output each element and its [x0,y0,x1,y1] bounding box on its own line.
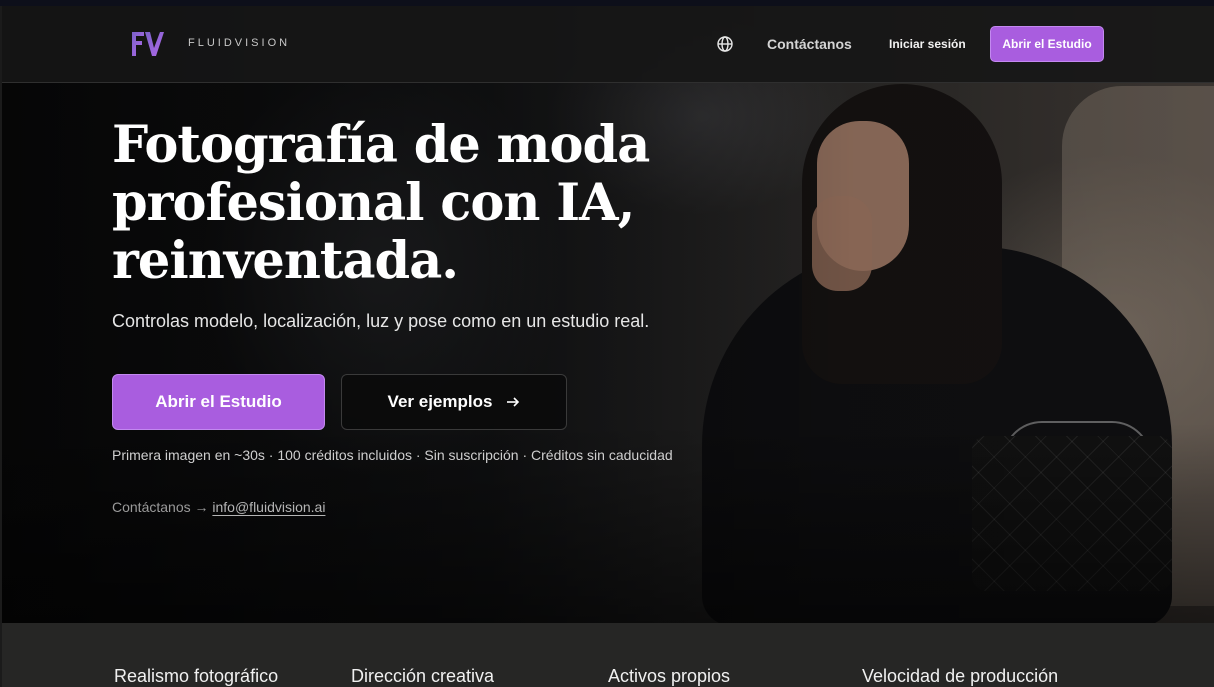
features-strip: Realismo fotográfico Dirección creativa … [2,623,1214,687]
headline-line: reinventada. [112,231,459,291]
hero-headline: Fotografía de moda profesional con IA, r… [112,116,732,290]
nav-open-studio-button[interactable]: Abrir el Estudio [990,26,1104,62]
feature-title: Activos propios [608,666,731,686]
contact-prefix: Contáctanos → [112,499,209,515]
feature-title: Dirección creativa [351,666,495,686]
headline-line: profesional con IA, [112,173,635,233]
open-studio-button[interactable]: Abrir el Estudio [112,374,325,430]
hero-meta-info: Primera imagen en ~30s · 100 créditos in… [112,447,673,463]
top-navbar: FLUIDVISION Contáctanos Iniciar sesión A… [2,6,1214,83]
fv-logo-icon[interactable] [130,30,164,58]
page: FLUIDVISION Contáctanos Iniciar sesión A… [2,6,1214,687]
feature-title: Realismo fotográfico [114,666,279,686]
hero-subtitle: Controlas modelo, localización, luz y po… [112,311,650,331]
feature-title: Velocidad de producción [862,666,1059,686]
view-examples-button[interactable]: Ver ejemplos [341,374,567,430]
globe-icon[interactable] [716,35,734,53]
view-examples-label: Ver ejemplos [387,392,493,411]
headline-line: Fotografía de moda [112,115,650,175]
arrow-right-icon [507,397,520,407]
nav-login-link[interactable]: Iniciar sesión [889,37,966,51]
contact-email-link[interactable]: info@fluidvision.ai [212,499,325,515]
nav-contact-link[interactable]: Contáctanos [767,36,852,52]
brand-name[interactable]: FLUIDVISION [188,37,290,49]
hero-contact-line: Contáctanos → info@fluidvision.ai [112,499,325,515]
